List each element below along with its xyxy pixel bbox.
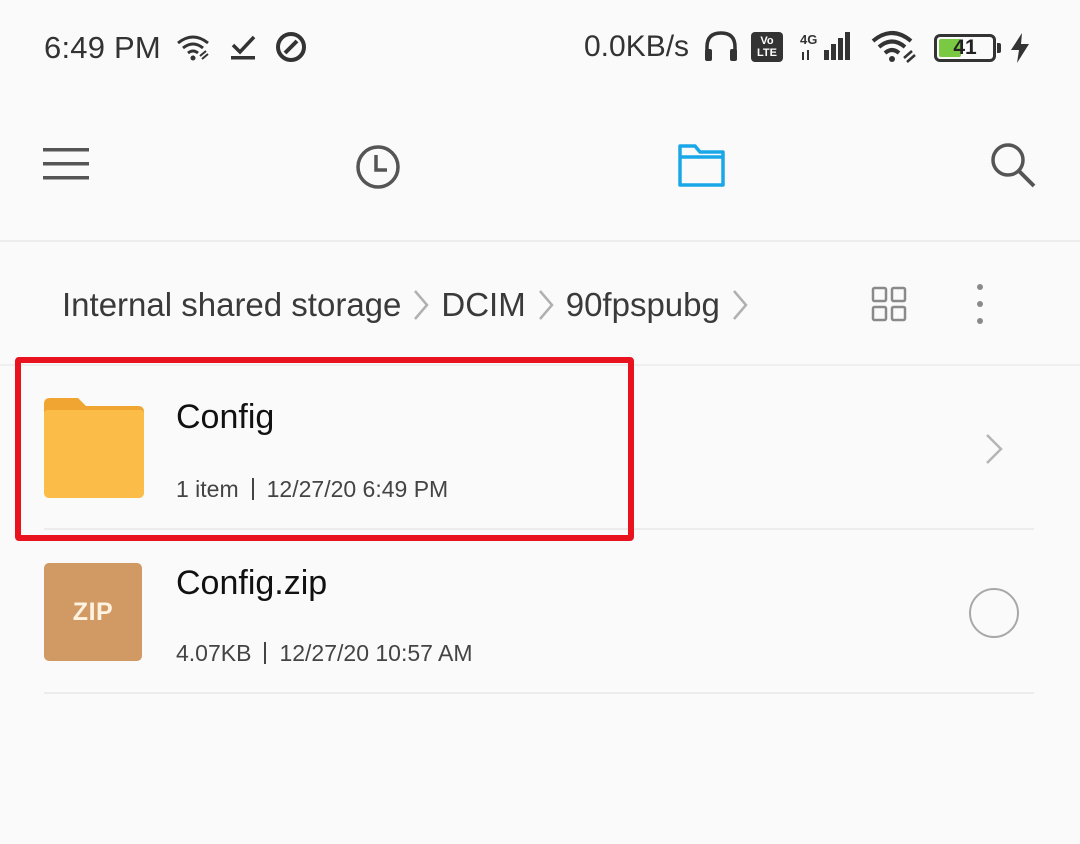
net-speed: 0.0KB/s [584,30,690,63]
wifi-icon [871,31,916,63]
divider [44,692,1034,694]
menu-icon [43,148,89,180]
battery-percent: 41 [953,36,977,59]
status-time: 6:49 PM [44,30,161,65]
recent-clock-icon [356,145,400,189]
highlight-box [15,357,634,541]
volte-icon: Vo LTE [751,32,783,62]
top-toolbar [0,96,1080,242]
view-toggle-button[interactable] [871,286,907,327]
chevron-right-icon [401,289,441,321]
download-done-icon [231,35,256,60]
battery-icon: 41 [934,34,996,62]
more-options-button[interactable] [968,282,992,331]
wifi-link-icon [177,35,209,61]
charging-icon [1011,33,1029,63]
chevron-right-icon [526,289,566,321]
search-icon [991,143,1036,188]
chevron-right-icon [986,434,1003,464]
zip-file-icon: ZIP [44,563,142,661]
breadcrumb-item-90fpspubg[interactable]: 90fpspubg [566,286,720,324]
list-item-zip[interactable]: ZIP Config.zip 4.07KB 12/27/20 10:57 AM [0,530,1080,694]
folder-icon [678,144,725,187]
breadcrumb: Internal shared storage DCIM 90fpspubg [62,282,760,328]
select-checkbox[interactable] [969,588,1019,638]
grid-view-icon [871,286,907,322]
file-size: 4.07KB [176,640,252,666]
breadcrumb-item-internal-storage[interactable]: Internal shared storage [62,286,401,324]
search-button[interactable] [988,140,1038,190]
recent-tab[interactable] [352,142,404,192]
chevron-right-icon [720,289,760,321]
headset-icon [705,31,737,61]
file-meta: 4.07KB 12/27/20 10:57 AM [176,640,473,667]
file-name: Config.zip [176,564,328,602]
data-saver-icon [276,32,306,62]
battery-tip [997,43,1001,53]
breadcrumb-item-dcim[interactable]: DCIM [441,286,525,324]
more-vert-icon [977,284,983,324]
signal-4g-icon [802,32,850,60]
file-date: 12/27/20 10:57 AM [279,640,473,666]
meta-separator [264,642,267,664]
files-tab[interactable] [676,142,728,188]
status-bar: 6:49 PM 0.0KB/s Vo LTE 4G 41 [0,0,1080,96]
menu-button[interactable] [40,142,92,186]
